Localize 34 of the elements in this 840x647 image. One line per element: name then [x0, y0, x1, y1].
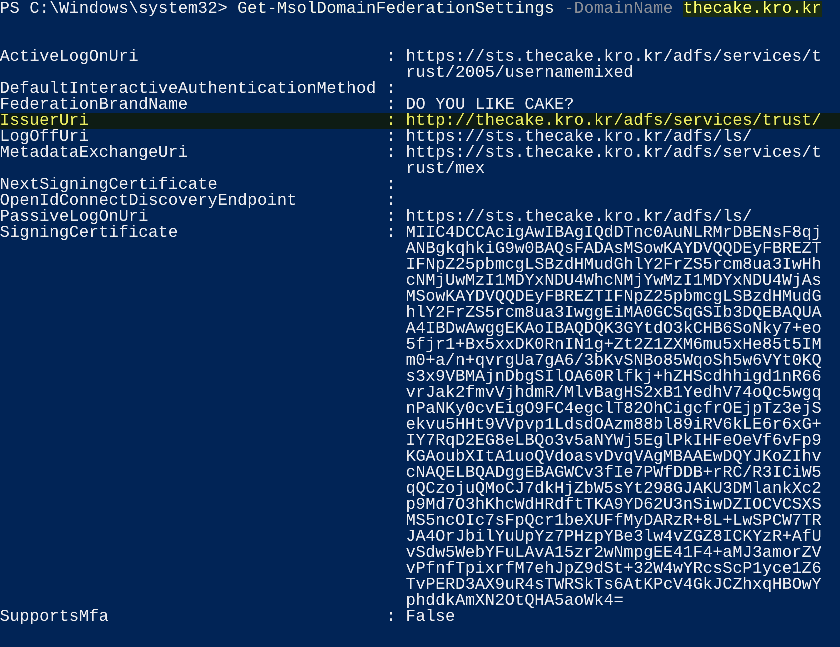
parameter-name: -DomainName	[564, 1, 674, 17]
property-name: NextSigningCertificate	[0, 177, 218, 193]
property-name: OpenIdConnectDiscoveryEndpoint	[0, 193, 298, 209]
separator: :	[386, 225, 398, 241]
property-name: FederationBrandName	[0, 97, 190, 113]
property-value: https://sts.thecake.kro.kr/adfs/services/t rust/2005/usernamemixed	[406, 49, 822, 81]
property-name: ActiveLogOnUri	[0, 49, 140, 65]
property-value: http://thecake.kro.kr/adfs/services/trust/	[406, 113, 822, 129]
property-name: DefaultInteractiveAuthenticationMethod	[0, 81, 378, 97]
separator: :	[386, 97, 398, 113]
argument-value: thecake.kro.kr	[683, 1, 822, 17]
separator: :	[386, 193, 398, 209]
property-value: https://sts.thecake.kro.kr/adfs/services/t rust/mex	[406, 145, 822, 177]
prompt-text: PS C:\Windows\system32>	[0, 1, 228, 17]
property-name: LogOffUri	[0, 129, 90, 145]
property-value: False	[406, 609, 456, 625]
property-name: MetadataExchangeUri	[0, 145, 190, 161]
separator: :	[386, 209, 398, 225]
separator: :	[386, 81, 398, 97]
separator: :	[386, 49, 398, 65]
separator: :	[386, 129, 398, 145]
separator: :	[386, 609, 398, 625]
separator: :	[386, 113, 398, 129]
property-value: DO YOU LIKE CAKE?	[406, 97, 574, 113]
property-name: SigningCertificate	[0, 225, 180, 241]
property-name: SupportsMfa	[0, 609, 110, 625]
property-value: https://sts.thecake.kro.kr/adfs/ls/	[406, 129, 753, 145]
property-value: https://sts.thecake.kro.kr/adfs/ls/	[406, 209, 753, 225]
separator: :	[386, 177, 398, 193]
command-name: Get-MsolDomainFederationSettings	[238, 1, 554, 17]
property-name: PassiveLogOnUri	[0, 209, 149, 225]
property-value: MIIC4DCCAcigAwIBAgIQdDTnc0AuNLRMrDBENsF8qj ANBgkqhkiG9w0BAQsFADAsMSowKAYDVQQDEyFBREZT IFNpZ25pbmcgLSBzdHMudGhlY2FrZS5rcm8ua3IwHh cNMjUwMzI1MDYxNDU4WhcNMjYwMzI1MDYxNDU4WjAs MSowKAYDVQQDEyFBREZTIFNpZ25pbmcgLSBzdHMudG hlY2FrZS5rcm8ua3IwggEiMA0GCSqGSIb3DQEBAQUA A4IBDwAwggEKAoIBAQDQK3GYtdO3kCHB6SoNky7+eo 5fjr1+Bx5xxDK0RnIN1g+Zt2Z1ZXM6mu5xHe85t5IM m0+a/n+qvrgUa7gA6/3bKvSNBo85WqoSh5w6VYt0KQ s3x9VBMAjnDbgSIlOA60Rlfkj+hZHScdhhigd1nR66 vrJak2fmvVjhdmR/MlvBagHS2xB1YedhV74oQc5wgq nPaNKy0cvEigO9FC4egclT82OhCigcfrOEjpTz3ejS ekvu5HHt9VVpvp1LdsdOAzm88bl89iRV6kLE6r6xG+ IY7RqD2EG8eLBQo3v5aNYWj5EglPkIHFeOeVf6vFp9 KGAoubXItA1uoQVdoasvDvqVAgMBAAEwDQYJKoZIhv cNAQELBQADggEBAGWCv3fIe7PWfDDB+rRC/R3ICiW5 qQCzojuQMoCJ7dkHjZbW5sYt298GJAKU3DMlankXc2 p9Md7O3hKhcWdHRdftTKA9YD62U3nSiwDZIOCVCSXS MS5ncOIc7sFpQcr1beXUFfMyDARzR+8L+LwSPCW7TR JA4OrJbilYuUpYz7PHzpYBe3lw4vZGZ8ICKYzR+AfU vSdw5WebYFuLAvA15zr2wNmpgEE41F4+aMJ3amorZV vPfnfTpixrfM7ehJpZ9dSt+32W4wYRcsScP1yce1Z6 TvPERD3AX9uR4sTWRSkTs6AtKPcV4GkJCZhxqHBOwY phddkAmXN2OtQHA5aoWk4=	[406, 225, 822, 609]
separator: :	[386, 145, 398, 161]
property-name: IssuerUri	[0, 113, 90, 129]
